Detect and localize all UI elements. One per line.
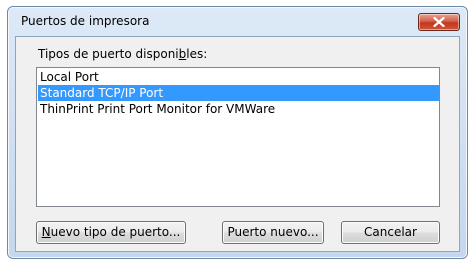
port-types-label-post: les: bbox=[186, 47, 208, 61]
new-port-type-label: uevo tipo de puerto... bbox=[50, 225, 181, 239]
port-types-label-pre: Tipos de puerto disponi bbox=[38, 47, 179, 61]
dialog-body: Tipos de puerto disponibles: Local Port … bbox=[15, 36, 460, 252]
title-bar[interactable]: Puertos de impresora bbox=[8, 7, 467, 33]
list-item-standard-tcpip-port[interactable]: Standard TCP/IP Port bbox=[38, 85, 439, 101]
printer-ports-dialog: Puertos de impresora Tipos de puerto dis… bbox=[7, 6, 468, 259]
new-port-type-accel: N bbox=[41, 225, 51, 239]
list-item-local-port[interactable]: Local Port bbox=[38, 69, 439, 85]
close-button[interactable] bbox=[418, 13, 460, 31]
port-types-listbox[interactable]: Local Port Standard TCP/IP Port ThinPrin… bbox=[36, 67, 440, 207]
cancel-button[interactable]: Cancelar bbox=[341, 221, 440, 244]
close-x-icon bbox=[433, 17, 445, 27]
new-port-button[interactable]: Puerto nuevo... bbox=[222, 221, 324, 244]
new-port-type-button[interactable]: Nuevo tipo de puerto... bbox=[36, 221, 186, 244]
port-types-label: Tipos de puerto disponibles: bbox=[38, 47, 207, 61]
list-item-thinprint-port-monitor[interactable]: ThinPrint Print Port Monitor for VMWare bbox=[38, 101, 439, 117]
dialog-title: Puertos de impresora bbox=[21, 14, 150, 28]
